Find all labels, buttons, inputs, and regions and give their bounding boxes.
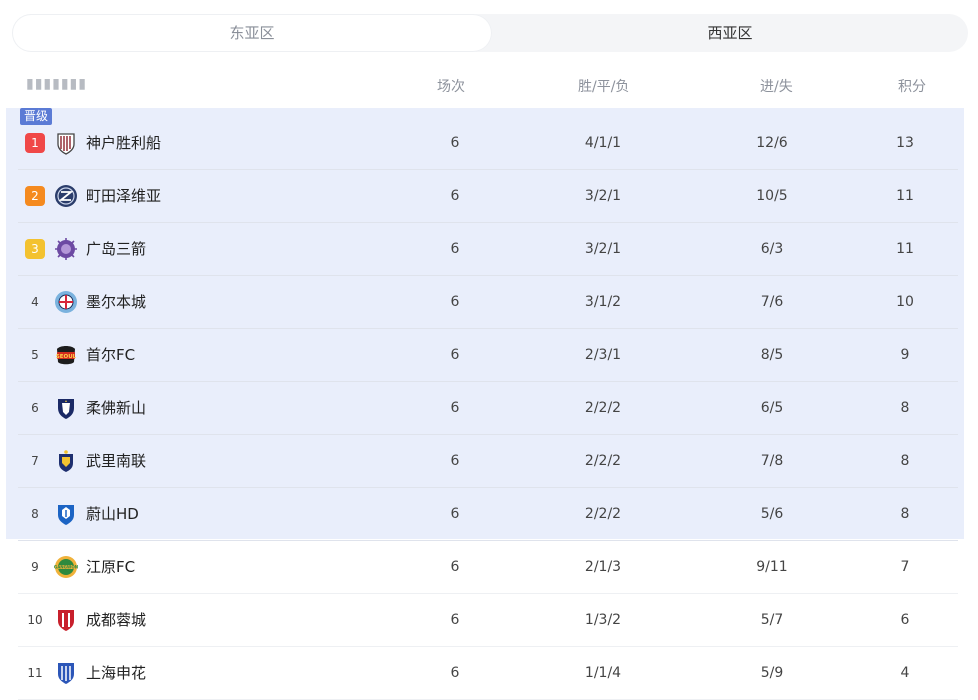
points: 11 [896,188,914,204]
team-name[interactable]: 蔚山HD [86,488,139,540]
header-wdl: 胜/平/负 [578,79,630,95]
table-header: ▮▮▮▮▮▮▮ 场次 胜/平/负 进/失 积分 [12,70,968,102]
rank-badge: 10 [27,613,43,627]
hiroshima-crest-icon [54,237,78,261]
goals-for-against: 5/9 [760,665,784,681]
table-row[interactable]: 2 町田泽维亚 6 3/2/1 10/5 11 [18,170,958,223]
points: 13 [896,135,914,151]
win-draw-loss: 2/2/2 [584,453,622,469]
rank-badge: 1 [25,133,45,153]
rank-badge: 7 [31,454,39,468]
matches-played: 6 [450,506,460,522]
team-name[interactable]: 上海申花 [86,647,146,699]
header-played: 场次 [437,79,465,95]
table-row[interactable]: 9 GANGWON 江原FC 6 2/1/3 9/11 7 [18,541,958,594]
matches-played: 6 [450,612,460,628]
header-points: 积分 [898,79,926,95]
header-team: ▮▮▮▮▮▮▮ [26,76,87,92]
goals-for-against: 7/6 [760,294,784,310]
points: 8 [900,400,910,416]
matches-played: 6 [450,559,460,575]
shenhua-crest-icon [54,661,78,685]
win-draw-loss: 2/2/2 [584,400,622,416]
win-draw-loss: 3/1/2 [584,294,622,310]
matches-played: 6 [450,135,460,151]
points: 9 [900,347,910,363]
gangwon-crest-icon: GANGWON [54,555,78,579]
goals-for-against: 8/5 [760,347,784,363]
table-row[interactable]: 3 广岛三箭 6 3/2/1 6/3 11 [18,223,958,276]
win-draw-loss: 2/3/1 [584,347,622,363]
points: 6 [900,612,910,628]
goals-for-against: 5/7 [760,612,784,628]
johor-crest-icon [54,396,78,420]
tab-west-asia[interactable]: 西亚区 [492,14,968,52]
svg-text:GANGWON: GANGWON [54,564,78,569]
rank-badge: 9 [31,560,39,574]
points: 4 [900,665,910,681]
team-name[interactable]: 首尔FC [86,329,135,381]
team-name[interactable]: 江原FC [86,541,135,593]
matches-played: 6 [450,347,460,363]
table-row[interactable]: 5 SEOUL 首尔FC 6 2/3/1 8/5 9 [18,329,958,382]
chengdu-crest-icon [54,608,78,632]
goals-for-against: 5/6 [760,506,784,522]
points: 7 [900,559,910,575]
win-draw-loss: 1/1/4 [584,665,622,681]
machida-crest-icon [54,184,78,208]
matches-played: 6 [450,453,460,469]
matches-played: 6 [450,294,460,310]
matches-played: 6 [450,241,460,257]
rank-badge: 4 [31,295,39,309]
team-name[interactable]: 广岛三箭 [86,223,146,275]
table-row[interactable]: 4 墨尔本城 6 3/1/2 7/6 10 [18,276,958,329]
goals-for-against: 9/11 [756,559,788,575]
points: 8 [900,506,910,522]
goals-for-against: 12/6 [756,135,788,151]
table-row[interactable]: 7 武里南联 6 2/2/2 7/8 8 [18,435,958,488]
team-name[interactable]: 成都蓉城 [86,594,146,646]
goals-for-against: 10/5 [756,188,788,204]
goals-for-against: 6/5 [760,400,784,416]
table-row[interactable]: 10 成都蓉城 6 1/3/2 5/7 6 [18,594,958,647]
goals-for-against: 6/3 [760,241,784,257]
rank-badge: 6 [31,401,39,415]
team-name[interactable]: 町田泽维亚 [86,170,161,222]
team-name[interactable]: 神户胜利船 [86,117,161,169]
ulsan-crest-icon [54,502,78,526]
points: 10 [896,294,914,310]
points: 8 [900,453,910,469]
rank-badge: 2 [25,186,45,206]
svg-text:SEOUL: SEOUL [56,354,77,360]
win-draw-loss: 3/2/1 [584,188,622,204]
header-goals: 进/失 [760,79,793,95]
team-name[interactable]: 柔佛新山 [86,382,146,434]
melbourne-crest-icon [54,290,78,314]
rank-badge: 5 [31,348,39,362]
table-row[interactable]: 1 神户胜利船 6 4/1/1 12/6 13 [18,117,958,170]
kobe-crest-icon [54,131,78,155]
team-name[interactable]: 武里南联 [86,435,146,487]
table-row[interactable]: 6 柔佛新山 6 2/2/2 6/5 8 [18,382,958,435]
rank-badge: 8 [31,507,39,521]
matches-played: 6 [450,188,460,204]
points: 11 [896,241,914,257]
win-draw-loss: 4/1/1 [584,135,622,151]
win-draw-loss: 3/2/1 [584,241,622,257]
win-draw-loss: 1/3/2 [584,612,622,628]
matches-played: 6 [450,400,460,416]
buriram-crest-icon [54,449,78,473]
win-draw-loss: 2/2/2 [584,506,622,522]
table-row[interactable]: 11 上海申花 6 1/1/4 5/9 4 [18,647,958,700]
team-name[interactable]: 墨尔本城 [86,276,146,328]
rank-badge: 3 [25,239,45,259]
table-row[interactable]: 8 蔚山HD 6 2/2/2 5/6 8 [18,488,958,541]
matches-played: 6 [450,665,460,681]
tab-east-asia[interactable]: 东亚区 [12,14,492,52]
seoul-crest-icon: SEOUL [54,343,78,367]
region-tabs: 东亚区 西亚区 [12,14,968,52]
win-draw-loss: 2/1/3 [584,559,622,575]
goals-for-against: 7/8 [760,453,784,469]
rank-badge: 11 [27,666,43,680]
